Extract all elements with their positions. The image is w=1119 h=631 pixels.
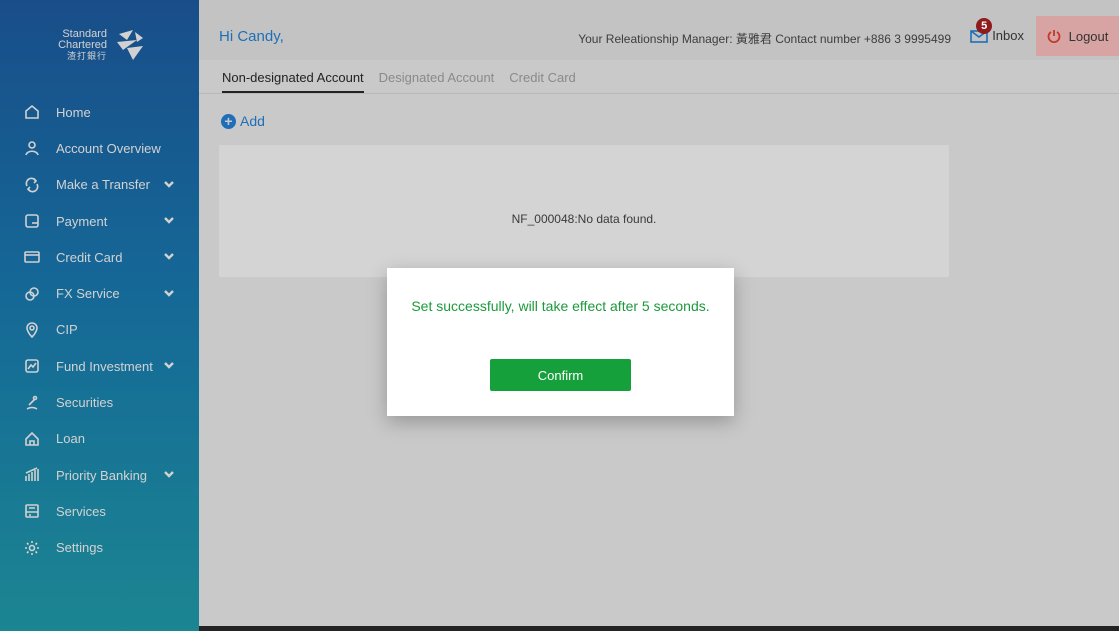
confirm-button[interactable]: Confirm: [490, 359, 631, 391]
mail-icon: 5: [968, 18, 993, 44]
tab-credit-card[interactable]: Credit Card: [509, 70, 575, 93]
logout-button[interactable]: Logout: [1036, 16, 1119, 56]
dialog-message: Set successfully, will take effect after…: [411, 298, 710, 314]
add-label: Add: [240, 113, 265, 129]
tab-non-designated-account[interactable]: Non-designated Account: [222, 70, 364, 93]
success-dialog: Set successfully, will take effect after…: [387, 268, 734, 416]
footer-bar: [199, 626, 1119, 631]
add-button[interactable]: + Add: [221, 113, 265, 129]
top-header: Hi Candy, Your Releationship Manager: 黃雅…: [199, 0, 1119, 60]
relationship-manager-info: Your Releationship Manager: 黃雅君 Contact …: [578, 32, 951, 46]
tab-divider: [199, 93, 1119, 94]
empty-state-message: NF_000048:No data found.: [511, 212, 657, 226]
sidebar: Standard Chartered 渣打銀行 Home Account Ove…: [0, 0, 199, 631]
power-icon: [1047, 30, 1060, 43]
account-tabs: Non-designated Account Designated Accoun…: [222, 70, 591, 93]
greeting: Hi Candy,: [219, 28, 284, 45]
inbox-button[interactable]: 5 Inbox: [968, 18, 1024, 44]
plus-circle-icon: +: [221, 113, 236, 129]
modal-backdrop-sidebar: [0, 0, 199, 631]
tab-designated-account[interactable]: Designated Account: [379, 70, 495, 93]
inbox-label: Inbox: [992, 27, 1024, 43]
logout-label: Logout: [1068, 28, 1109, 44]
account-list-panel: NF_000048:No data found.: [219, 145, 949, 277]
